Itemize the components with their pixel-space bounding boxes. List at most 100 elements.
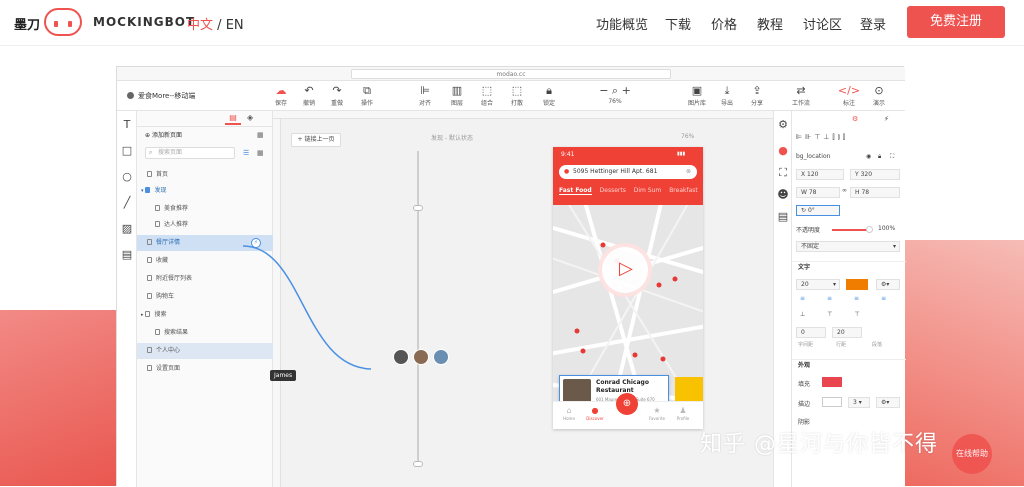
page-item-restaurant-detail[interactable]: 餐厅详情 ⚡︎ [137,235,273,251]
height-input[interactable]: H 78 [850,187,900,198]
text-tool-icon[interactable]: T [121,119,133,131]
circle-tool-icon[interactable]: ○ [121,171,133,183]
page-item-search[interactable]: ▸ 搜索 [137,307,273,323]
ungroup-button[interactable]: ⬚ 打散 [503,84,531,107]
lock-icon[interactable]: 🔒︎ [878,153,881,161]
expand-icon[interactable]: ⛶ [890,153,894,161]
rectangle-tool-icon[interactable]: □ [121,145,133,157]
opacity-value[interactable]: 100% [878,225,895,232]
scroll-handle-bottom[interactable] [413,461,423,467]
lang-en[interactable]: EN [226,18,244,33]
layers-tab-icon[interactable]: ◈ [247,113,253,122]
category-tab[interactable]: Desserts [600,187,626,194]
page-item-search-results[interactable]: 搜索结果 [137,325,273,341]
collapse-arrow-icon[interactable]: ▸ [141,312,144,318]
back-icon[interactable] [127,92,134,99]
border-color-swatch[interactable] [822,397,842,407]
align-tools-icon[interactable]: ⊫⊪⊤⊥⫿⫾⫿ [796,133,848,142]
expand-arrow-icon[interactable]: ▾ [141,188,144,194]
location-field[interactable]: 5095 Hettinger Hill Apt. 681 [559,165,697,179]
share-button[interactable]: ⇪ 分享 [743,84,771,107]
text-color-swatch[interactable] [846,279,868,290]
fill-color-swatch[interactable] [822,377,842,387]
tab-home[interactable]: ⌂ Home [557,406,581,421]
visibility-icon[interactable]: ◉ [866,153,871,160]
present-button[interactable]: ⊙ 演示 [865,84,893,107]
zoom-control[interactable]: − ⌕ +76% [595,84,635,105]
document-title[interactable]: 爱食More--移动端 [127,91,195,101]
clear-icon[interactable]: ⊗ [686,168,691,175]
letter-spacing-input[interactable]: 0 [796,327,826,338]
avatar[interactable] [413,349,429,365]
avatar[interactable] [433,349,449,365]
emoji-icon[interactable]: ☻ [777,189,789,201]
undo-button[interactable]: ↶ 撤销 [295,84,323,107]
page-item-cart[interactable]: 购物车 [137,289,273,305]
scroll-handle-top[interactable] [413,205,423,211]
page-item-profile[interactable]: 个人中心 [137,343,273,359]
map-view[interactable] [553,205,703,401]
opacity-slider-handle[interactable] [866,226,873,233]
interaction-tab-icon[interactable]: ⚡︎ [884,115,889,123]
annotate-button[interactable]: </> 标注 [835,84,863,107]
phone-frame[interactable]: 9:41 ▮▮▮ 5095 Hettinger Hill Apt. 681 ● … [553,147,703,429]
page-item-favorites[interactable]: 收藏 [137,253,273,269]
opacity-slider[interactable] [832,229,870,231]
link-hotspot-icon[interactable]: ⚡︎ [251,238,261,248]
nav-download[interactable]: 下载 [665,14,691,33]
category-tab[interactable]: Fast Food [559,187,592,195]
table-icon[interactable]: ▤ [777,211,789,223]
line-height-input[interactable]: 20 [832,327,862,338]
text-section[interactable]: 文字 [792,261,906,273]
layer-name[interactable]: bg_location [796,153,830,160]
x-input[interactable]: X 120 [796,169,844,180]
lang-cn[interactable]: 中文 [187,18,213,33]
signup-button[interactable]: 免费注册 [907,6,1005,38]
add-page-button[interactable]: ⊕ 添加新页面 [145,131,182,141]
play-button[interactable]: ▷ [598,243,652,297]
page-item-home[interactable]: 首页 [137,167,273,183]
redo-button[interactable]: ↷ 重做 [323,84,351,107]
image-library-button[interactable]: ▣ 图片库 [683,84,711,107]
language-switch[interactable]: 中文 / EN [187,14,244,33]
tab-discover[interactable]: ● Discover [583,406,607,421]
page-search-input[interactable]: 搜索页面 [145,147,235,159]
folder-add-icon[interactable]: ▦ [257,131,264,139]
image-tool-icon[interactable]: ▨ [121,223,133,235]
brand-name-en[interactable]: MOCKINGBOT [93,15,195,29]
address-bar[interactable]: modao.cc [351,69,671,79]
workflow-button[interactable]: ⇄ 工作流 [787,84,815,107]
list-view-icon[interactable]: ☰ [243,149,249,157]
online-help-button[interactable]: 在线帮助 [952,434,992,474]
nav-pricing[interactable]: 价格 [711,14,737,33]
link-ratio-icon[interactable]: ∞ [842,187,847,194]
border-options-button[interactable]: ⚙︎▾ [876,397,900,408]
pages-tab-icon[interactable]: ▤ [225,113,241,125]
fixed-position-select[interactable]: 不固定 ▾ [796,241,900,252]
resize-icon[interactable]: ⛶ [777,167,789,179]
tab-favorite[interactable]: ★ Favorite [645,406,669,421]
settings-icon[interactable]: ⚙︎ [777,119,789,131]
link-previous-page-button[interactable]: + 链接上一页 [291,133,341,147]
style-tab-icon[interactable]: ⚙︎ [852,115,858,123]
avatar[interactable] [393,349,409,365]
y-input[interactable]: Y 320 [850,169,900,180]
width-input[interactable]: W 78 [796,187,840,198]
nav-features[interactable]: 功能概览 [596,14,648,33]
record-icon[interactable]: ● [777,145,789,157]
cart-button[interactable]: ⊕ [616,393,638,415]
group-button[interactable]: ⬚ 组合 [473,84,501,107]
page-item-discover[interactable]: ▾ 发现 [137,183,273,199]
tab-profile[interactable]: ♟︎ Profile [671,406,695,421]
logo-icon[interactable] [44,8,82,36]
page-item-food-recommend[interactable]: 美食推荐 [137,201,273,217]
text-align-icons[interactable]: ≡≡≡≡ [800,295,908,302]
line-tool-icon[interactable]: ╱ [121,197,133,209]
layers-button[interactable]: ▥ 图层 [443,84,471,107]
brand-name-cn[interactable]: 墨刀 [14,14,40,33]
category-tab[interactable]: Dim Sum [634,187,662,194]
save-button[interactable]: ☁ 保存 [267,84,295,107]
appearance-section[interactable]: 外观 [792,359,906,371]
grid-view-icon[interactable]: ▦ [257,149,264,157]
page-item-nearby[interactable]: 附近餐厅列表 [137,271,273,287]
